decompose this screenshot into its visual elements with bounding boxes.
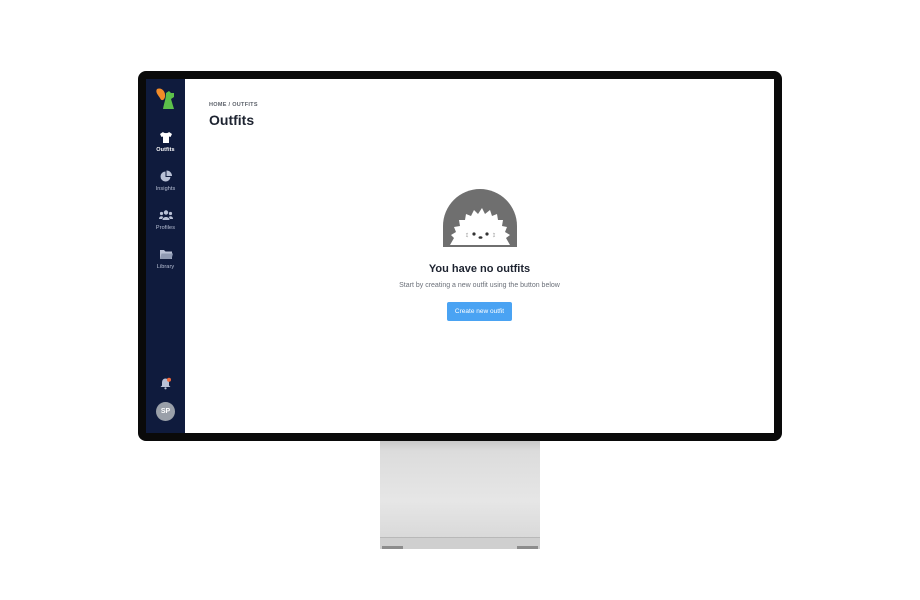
sidebar-item-label: Profiles bbox=[155, 225, 176, 231]
shirt-icon bbox=[159, 132, 172, 143]
sidebar-item-label: Outfits bbox=[156, 147, 175, 153]
hedgehog-illustration bbox=[442, 189, 517, 247]
sidebar-item-insights[interactable]: Insights bbox=[146, 170, 185, 192]
notification-dot bbox=[167, 377, 171, 382]
avatar[interactable]: SP bbox=[156, 402, 175, 421]
empty-state: You have no outfits Start by creating a … bbox=[185, 189, 774, 321]
pie-chart-icon bbox=[160, 170, 172, 182]
sidebar-item-outfits[interactable]: Outfits bbox=[146, 131, 185, 153]
breadcrumb-current: OUTFITS bbox=[232, 102, 258, 108]
sidebar-item-library[interactable]: Library bbox=[146, 248, 185, 270]
users-icon bbox=[158, 210, 173, 220]
empty-state-title: You have no outfits bbox=[428, 263, 531, 275]
sidebar-item-label: Library bbox=[156, 264, 175, 270]
breadcrumb: HOME / OUTFITS bbox=[209, 102, 258, 108]
bell-icon[interactable] bbox=[159, 377, 172, 390]
eye-right bbox=[484, 232, 489, 236]
empty-state-subtitle: Start by creating a new outfit using the… bbox=[399, 282, 560, 289]
sidebar: Outfits Insights Profiles Library SP bbox=[146, 79, 185, 433]
monitor-stand bbox=[380, 441, 540, 541]
monitor-bezel: Outfits Insights Profiles Library SP HOM… bbox=[138, 71, 782, 441]
folder-icon bbox=[159, 250, 173, 259]
page-title: Outfits bbox=[209, 112, 255, 128]
squirrel-logo-icon[interactable] bbox=[154, 87, 177, 111]
eye-left bbox=[471, 232, 476, 236]
sidebar-item-label: Insights bbox=[155, 186, 176, 192]
sidebar-item-profiles[interactable]: Profiles bbox=[146, 209, 185, 231]
main-content: HOME / OUTFITS Outfits You have no outfi… bbox=[185, 79, 774, 433]
nose bbox=[478, 236, 482, 239]
breadcrumb-home-link[interactable]: HOME bbox=[209, 102, 227, 108]
app-window: Outfits Insights Profiles Library SP HOM… bbox=[146, 79, 774, 433]
monitor-foot bbox=[380, 537, 540, 549]
create-new-outfit-button[interactable]: Create new outfit bbox=[446, 302, 513, 321]
